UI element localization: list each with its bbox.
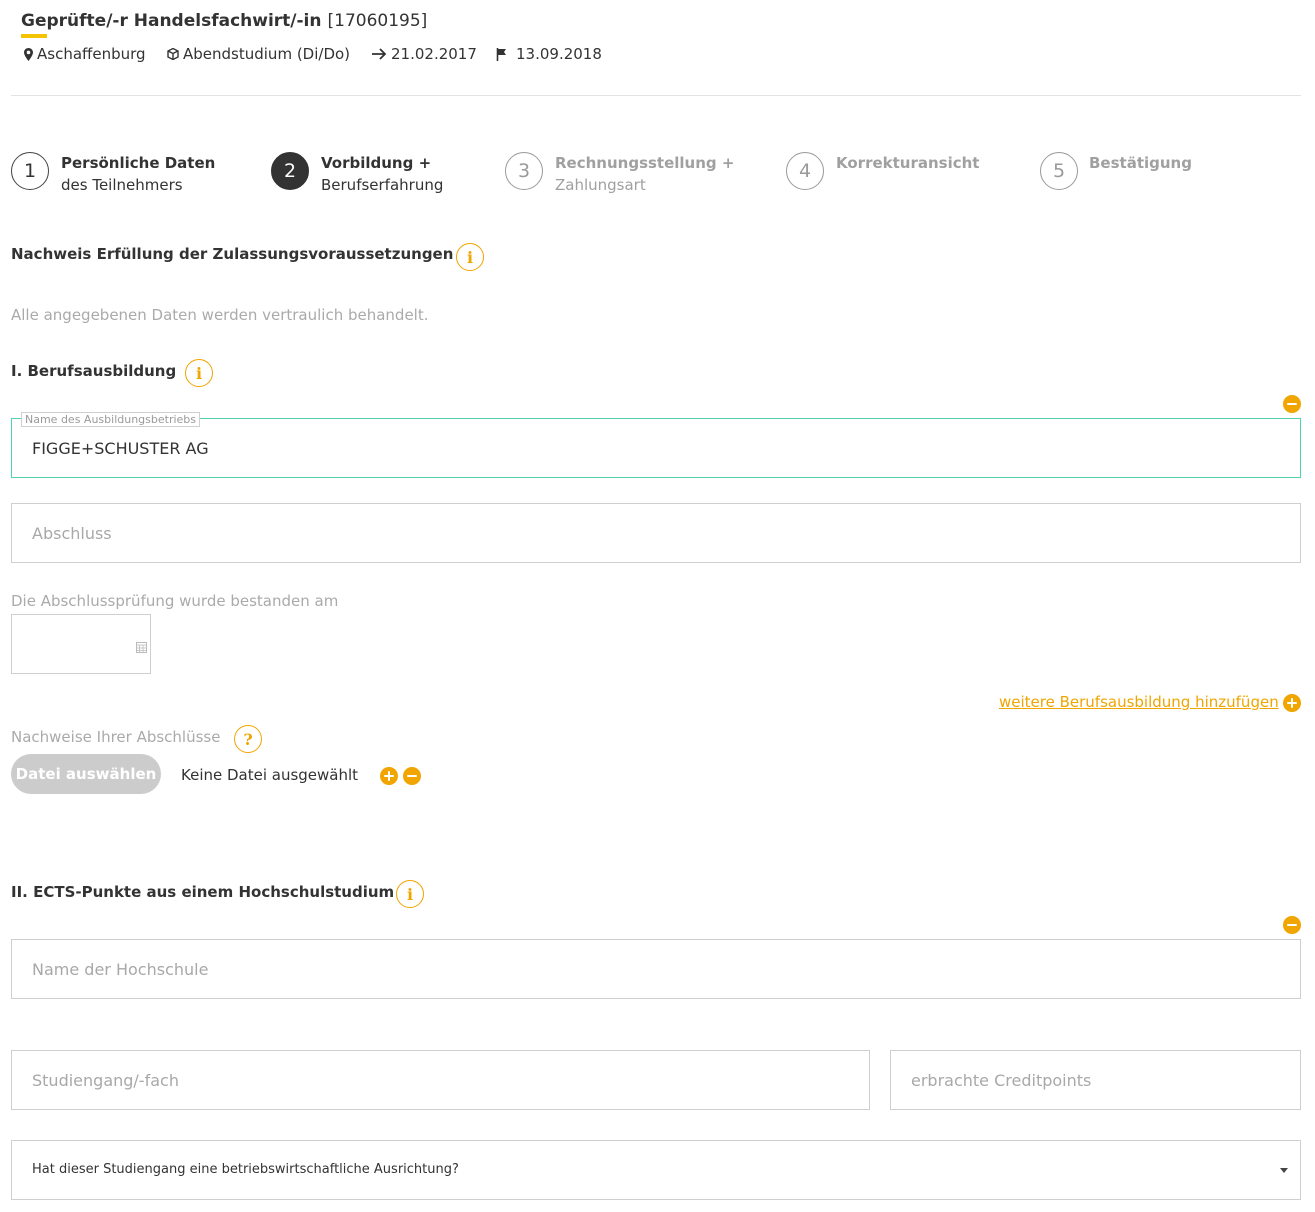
minus-icon [407, 775, 417, 777]
end-date: 13.09.2018 [516, 45, 602, 63]
exam-date-label: Die Abschlussprüfung wurde bestanden am [11, 592, 339, 610]
exam-date-field[interactable] [11, 614, 151, 674]
step-4-title: Korrekturansicht [836, 154, 980, 172]
company-name-field[interactable] [11, 418, 1301, 478]
remove-file-button[interactable] [403, 767, 421, 785]
step-4-circle: 4 [786, 152, 824, 190]
course-name: Geprüfte/-r Handelsfachwirt/-in [21, 11, 322, 31]
file-select-button[interactable]: Datei auswählen [11, 754, 161, 794]
add-ausbildung-button[interactable] [1283, 694, 1301, 712]
proofs-label: Nachweise Ihrer Abschlüsse [11, 728, 221, 746]
university-field[interactable] [11, 939, 1301, 999]
minus-icon [1287, 403, 1297, 405]
cube-icon [167, 48, 179, 60]
header-divider [11, 95, 1301, 96]
degree-field[interactable] [11, 503, 1301, 563]
flag-icon [496, 47, 508, 61]
section-ects-heading: II. ECTS-Punkte aus einem Hochschulstudi… [11, 883, 395, 901]
info-icon[interactable]: i [185, 359, 213, 387]
credits-field[interactable] [890, 1050, 1301, 1110]
map-pin-icon [24, 47, 33, 61]
title-accent-bar [21, 34, 47, 38]
step-5-title: Bestätigung [1089, 154, 1192, 172]
arrow-right-icon [371, 48, 387, 60]
company-name-label: Name des Ausbildungsbetriebs [21, 412, 201, 427]
course-field[interactable] [11, 1050, 870, 1110]
step-3-circle: 3 [505, 152, 543, 190]
step-2-subtitle[interactable]: Berufserfahrung [321, 174, 443, 196]
step-3-subtitle: Zahlungsart [555, 176, 646, 194]
credits-input[interactable] [891, 1051, 1300, 1109]
location-text: Aschaffenburg [37, 45, 146, 63]
step-1-circle[interactable]: 1 [11, 152, 49, 190]
business-orientation-select-text: Hat dieser Studiengang eine betriebswirt… [32, 1162, 459, 1177]
info-icon[interactable]: i [396, 880, 424, 908]
privacy-note: Alle angegebenen Daten werden vertraulic… [11, 306, 429, 324]
start-date: 21.02.2017 [391, 45, 477, 63]
page-heading: Nachweis Erfüllung der Zulassungsvorauss… [11, 245, 454, 263]
section-berufsausbildung-heading: I. Berufsausbildung [11, 362, 177, 380]
step-5-circle: 5 [1040, 152, 1078, 190]
exam-date-input[interactable] [12, 615, 150, 673]
remove-studium-button[interactable] [1283, 916, 1301, 934]
university-input[interactable] [12, 940, 1300, 998]
step-2-circle[interactable]: 2 [271, 152, 309, 190]
remove-ausbildung-button[interactable] [1283, 395, 1301, 413]
minus-icon [1287, 924, 1297, 926]
meta-end: 13.09.2018 [496, 45, 602, 63]
calendar-icon[interactable] [136, 638, 147, 657]
add-ausbildung-link[interactable]: weitere Berufsausbildung hinzufügen [999, 693, 1279, 711]
course-input[interactable] [12, 1051, 869, 1109]
caret-down-icon [1280, 1168, 1288, 1173]
help-icon[interactable]: ? [234, 725, 262, 753]
degree-input[interactable] [12, 504, 1300, 562]
course-title: Geprüfte/-r Handelsfachwirt/-in [17060195… [21, 11, 427, 31]
format-text: Abendstudium (Di/Do) [183, 45, 351, 63]
company-name-input[interactable] [12, 419, 1300, 477]
plus-icon [384, 771, 394, 781]
step-1-title[interactable]: Persönliche Daten [61, 152, 215, 174]
step-2-title[interactable]: Vorbildung + [321, 152, 431, 174]
plus-icon [1287, 698, 1297, 708]
info-icon[interactable]: i [456, 243, 484, 271]
step-1-subtitle[interactable]: des Teilnehmers [61, 174, 183, 196]
meta-format: Abendstudium (Di/Do) [167, 45, 350, 63]
step-3-title: Rechnungsstellung + [555, 154, 735, 172]
meta-location: Aschaffenburg [24, 45, 146, 63]
course-code: [17060195] [327, 11, 428, 31]
file-status: Keine Datei ausgewählt [181, 766, 359, 784]
add-file-button[interactable] [380, 767, 398, 785]
meta-start: 21.02.2017 [371, 45, 477, 63]
